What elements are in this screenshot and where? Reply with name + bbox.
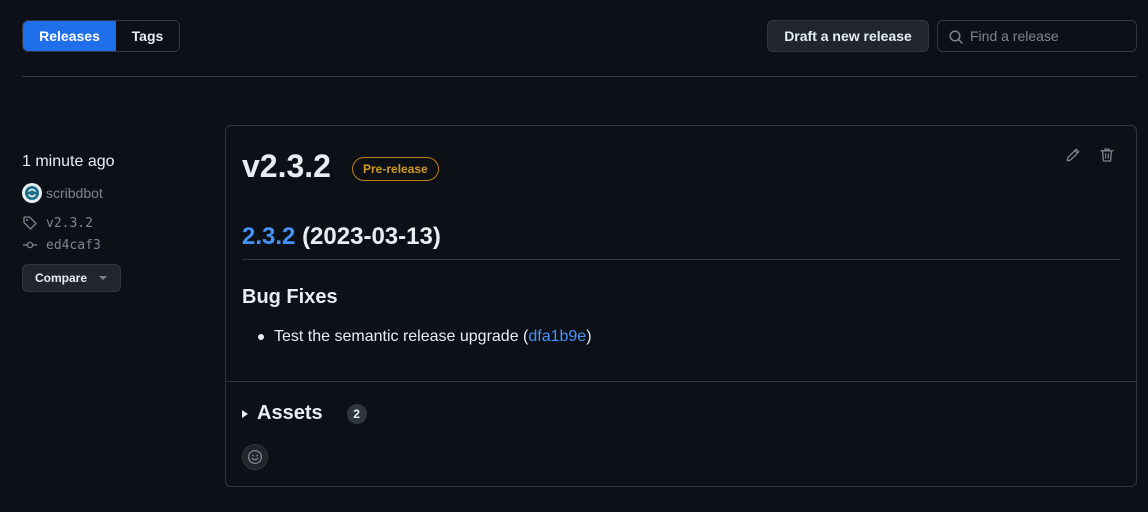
release-meta: 1 minute ago scribdbot v2.3.2 ed4caf3 Co…	[22, 150, 202, 292]
search-input[interactable]	[970, 21, 1130, 51]
section-heading: Bug Fixes	[242, 286, 338, 308]
version-heading: 2.3.2 (2023-03-13)	[242, 223, 1120, 260]
fix-close: )	[586, 328, 592, 345]
compare-button[interactable]: Compare	[22, 264, 121, 292]
commit-sha[interactable]: ed4caf3	[46, 238, 101, 253]
bot-avatar-icon	[25, 186, 39, 200]
release-title[interactable]: v2.3.2	[242, 148, 331, 185]
fix-text: Test the semantic release upgrade (	[274, 328, 529, 345]
assets-toggle[interactable]: Assets 2	[242, 402, 367, 425]
add-reaction-button[interactable]	[242, 444, 268, 470]
trash-icon[interactable]	[1099, 147, 1115, 163]
divider	[22, 76, 1137, 77]
search-box	[937, 20, 1137, 52]
tag-icon	[22, 215, 38, 231]
release-card: v2.3.2 Pre-release 2.3.2 (2023-03-13) Bu…	[225, 125, 1137, 487]
tab-releases[interactable]: Releases	[23, 21, 116, 51]
version-link[interactable]: 2.3.2	[242, 223, 295, 250]
assets-count-badge: 2	[346, 403, 367, 424]
chevron-down-icon	[99, 276, 108, 280]
prerelease-badge: Pre-release	[352, 157, 439, 181]
compare-label: Compare	[35, 271, 88, 285]
commit-row[interactable]: ed4caf3	[22, 234, 202, 256]
tab-tags[interactable]: Tags	[116, 21, 179, 51]
author-row[interactable]: scribdbot	[22, 182, 202, 204]
list-item: Test the semantic release upgrade (dfa1b…	[258, 328, 592, 346]
version-date: (2023-03-13)	[302, 223, 441, 250]
draft-release-button[interactable]: Draft a new release	[767, 20, 929, 52]
avatar	[22, 183, 42, 203]
search-icon	[949, 30, 963, 44]
commit-icon	[22, 237, 38, 253]
release-time: 1 minute ago	[22, 153, 115, 170]
triangle-right-icon	[242, 409, 248, 418]
bullet-dot	[258, 334, 264, 340]
tag-row[interactable]: v2.3.2	[22, 212, 202, 234]
fix-commit-link[interactable]: dfa1b9e	[528, 328, 586, 346]
author-name[interactable]: scribdbot	[46, 185, 103, 201]
tag-name[interactable]: v2.3.2	[46, 216, 93, 231]
view-switcher: Releases Tags	[22, 20, 180, 52]
assets-label: Assets	[257, 402, 323, 424]
release-body: v2.3.2 Pre-release 2.3.2 (2023-03-13) Bu…	[226, 126, 1136, 382]
pencil-icon[interactable]	[1065, 147, 1081, 163]
release-toolbar: Releases Tags Draft a new release	[22, 20, 1137, 52]
smiley-icon	[247, 449, 263, 465]
